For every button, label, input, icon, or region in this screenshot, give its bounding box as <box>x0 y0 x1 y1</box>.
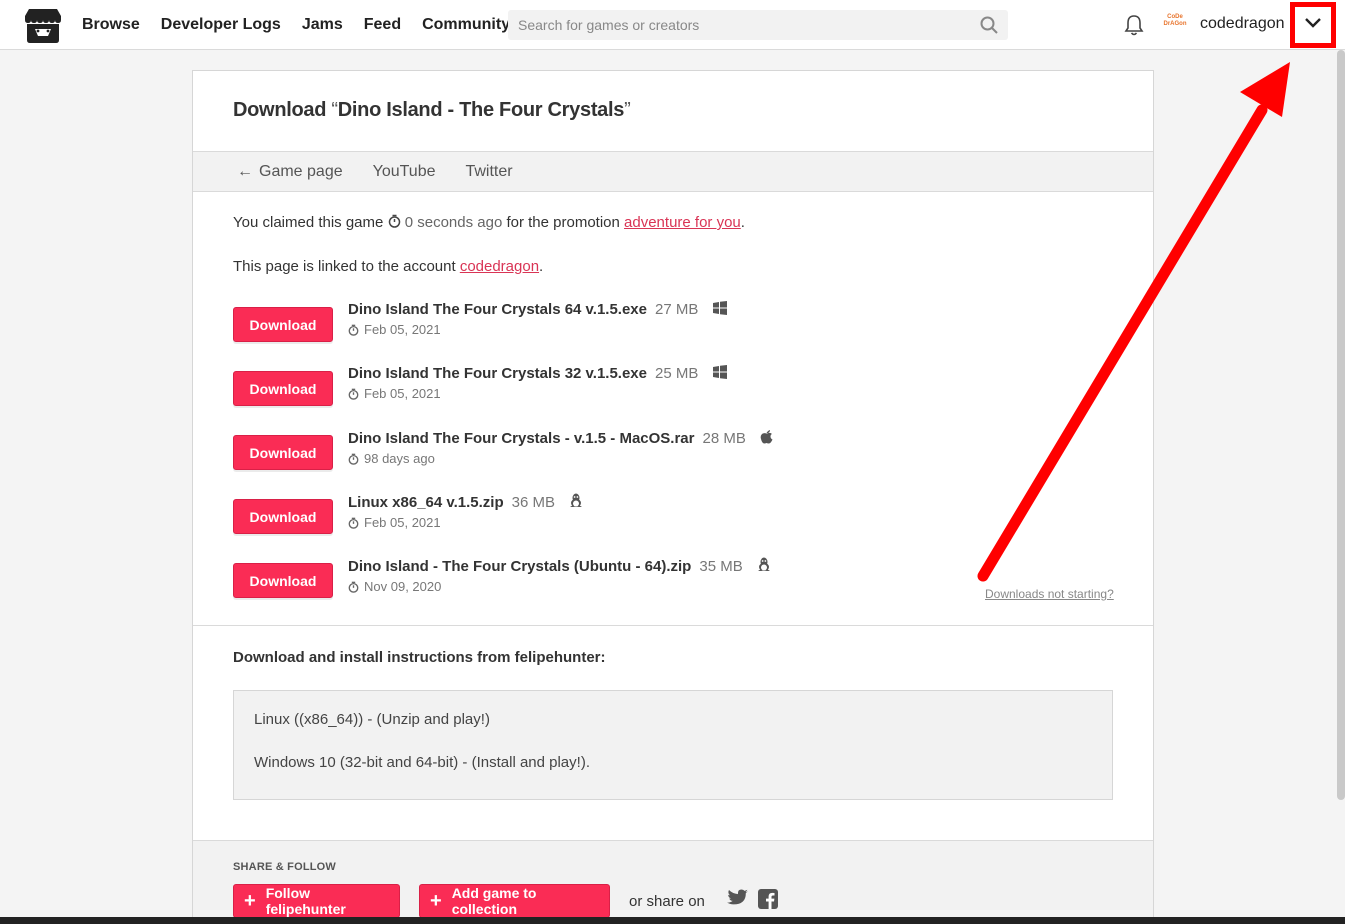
upload-size: 27 MB <box>655 301 699 318</box>
upload-info: Dino Island The Four Crystals - v.1.5 - … <box>348 429 773 466</box>
search-icon[interactable] <box>980 16 998 39</box>
chevron-down-icon <box>1304 16 1322 34</box>
plus-icon: + <box>244 890 256 912</box>
claim-prefix: You claimed this game <box>233 214 388 231</box>
share-title: SHARE & FOLLOW <box>233 861 337 873</box>
upload-date: Feb 05, 2021 <box>348 386 727 401</box>
tab-game-page-label: Game page <box>259 162 343 180</box>
upload-date-text: Feb 05, 2021 <box>364 386 441 401</box>
upload-date: Feb 05, 2021 <box>348 515 583 530</box>
main-nav: Browse Developer Logs Jams Feed Communit… <box>82 0 531 50</box>
windows-icon <box>712 301 727 320</box>
download-button[interactable]: Download <box>233 307 333 342</box>
tab-twitter[interactable]: Twitter <box>465 163 512 181</box>
title-game-name: Dino Island - The Four Crystals <box>337 99 625 121</box>
instructions-box: Linux ((x86_64)) - (Unzip and play!) Win… <box>233 690 1113 800</box>
upload-date-text: Feb 05, 2021 <box>364 322 441 337</box>
upload-name: Dino Island The Four Crystals - v.1.5 - … <box>348 430 695 447</box>
claim-time: 0 seconds ago <box>404 214 503 231</box>
title-prefix: Download <box>233 99 332 121</box>
twitter-icon[interactable] <box>727 889 748 912</box>
stopwatch-icon <box>348 453 359 465</box>
tab-game-page[interactable]: ← Game page <box>237 163 343 181</box>
avatar[interactable]: CoDe DrAGon <box>1162 14 1188 34</box>
page-tabs: ← Game page YouTube Twitter <box>193 151 1153 192</box>
upload-date-text: Nov 09, 2020 <box>364 579 442 594</box>
upload-date-text: Feb 05, 2021 <box>364 515 441 530</box>
nav-developer-logs[interactable]: Developer Logs <box>161 16 281 34</box>
plus-icon: + <box>430 890 442 912</box>
windows-icon <box>712 365 727 384</box>
stopwatch-icon <box>348 581 359 593</box>
follow-label: Follow felipehunter <box>265 885 346 917</box>
upload-date-text: 98 days ago <box>364 451 435 466</box>
upload-info: Dino Island The Four Crystals 64 v.1.5.e… <box>348 301 727 337</box>
linux-icon <box>757 557 771 577</box>
nav-jams[interactable]: Jams <box>302 16 343 34</box>
linked-prefix: This page is linked to the account <box>233 258 460 275</box>
add-to-collection-button[interactable]: + Add game to collection <box>419 884 610 918</box>
upload-size: 36 MB <box>511 494 555 511</box>
facebook-icon[interactable] <box>758 889 778 914</box>
stopwatch-icon <box>348 517 359 529</box>
download-button[interactable]: Download <box>233 563 333 598</box>
upload-info: Dino Island The Four Crystals 32 v.1.5.e… <box>348 365 727 401</box>
download-page-card: Download “Dino Island - The Four Crystal… <box>192 70 1154 924</box>
upload-size: 25 MB <box>655 365 699 382</box>
nav-community[interactable]: Community <box>422 16 510 34</box>
upload-name: Dino Island - The Four Crystals (Ubuntu … <box>348 558 692 575</box>
nav-feed[interactable]: Feed <box>364 16 401 34</box>
promotion-link[interactable]: adventure for you <box>624 214 741 231</box>
download-button[interactable]: Download <box>233 371 333 406</box>
search-input[interactable] <box>508 10 968 40</box>
download-button[interactable]: Download <box>233 499 333 534</box>
download-button[interactable]: Download <box>233 435 333 470</box>
linked-account-notice: This page is linked to the account coded… <box>233 258 543 275</box>
claim-middle: for the promotion <box>502 214 625 231</box>
claim-notice: You claimed this game 0 seconds ago for … <box>233 214 745 231</box>
page-title: Download “Dino Island - The Four Crystal… <box>233 99 631 122</box>
notification-bell-icon[interactable] <box>1124 14 1144 41</box>
upload-name: Linux x86_64 v.1.5.zip <box>348 494 504 511</box>
claim-suffix: . <box>740 214 745 231</box>
account-link[interactable]: codedragon <box>460 258 539 275</box>
upload-date: Nov 09, 2020 <box>348 579 771 594</box>
downloads-not-starting-link[interactable]: Downloads not starting? <box>985 587 1114 601</box>
nav-browse[interactable]: Browse <box>82 16 140 34</box>
upload-name: Dino Island The Four Crystals 64 v.1.5.e… <box>348 301 647 318</box>
itchio-logo-icon[interactable] <box>24 8 62 44</box>
stopwatch-icon <box>388 214 401 231</box>
title-close-quote: ” <box>624 99 631 121</box>
stopwatch-icon <box>348 388 359 400</box>
upload-size: 35 MB <box>699 558 743 575</box>
instruction-line: Windows 10 (32-bit and 64-bit) - (Instal… <box>254 754 590 771</box>
user-menu-dropdown-button[interactable] <box>1290 2 1336 48</box>
stopwatch-icon <box>348 324 359 336</box>
scrollbar[interactable] <box>1337 50 1345 800</box>
section-divider <box>193 625 1153 626</box>
share-on-label: or share on <box>629 893 705 910</box>
upload-size: 28 MB <box>702 430 746 447</box>
tab-youtube[interactable]: YouTube <box>373 163 436 181</box>
instruction-line: Linux ((x86_64)) - (Unzip and play!) <box>254 711 490 728</box>
linked-suffix: . <box>539 258 544 275</box>
instructions-title: Download and install instructions from f… <box>233 649 606 666</box>
apple-icon <box>760 429 773 449</box>
upload-info: Dino Island - The Four Crystals (Ubuntu … <box>348 557 771 594</box>
upload-date: Feb 05, 2021 <box>348 322 727 337</box>
arrow-left-icon: ← <box>237 162 253 180</box>
site-header: Browse Developer Logs Jams Feed Communit… <box>0 0 1345 50</box>
upload-name: Dino Island The Four Crystals 32 v.1.5.e… <box>348 365 647 382</box>
follow-button[interactable]: + Follow felipehunter <box>233 884 400 918</box>
bottom-bar <box>0 917 1345 924</box>
linux-icon <box>569 493 583 513</box>
search-bar <box>508 10 1008 40</box>
upload-info: Linux x86_64 v.1.5.zip 36 MB Feb 05, 2021 <box>348 493 583 530</box>
collection-label: Add game to collection <box>451 885 537 917</box>
upload-date: 98 days ago <box>348 451 773 466</box>
username[interactable]: codedragon <box>1200 15 1285 33</box>
share-follow-section: SHARE & FOLLOW + Follow felipehunter + Add… <box>193 840 1153 924</box>
